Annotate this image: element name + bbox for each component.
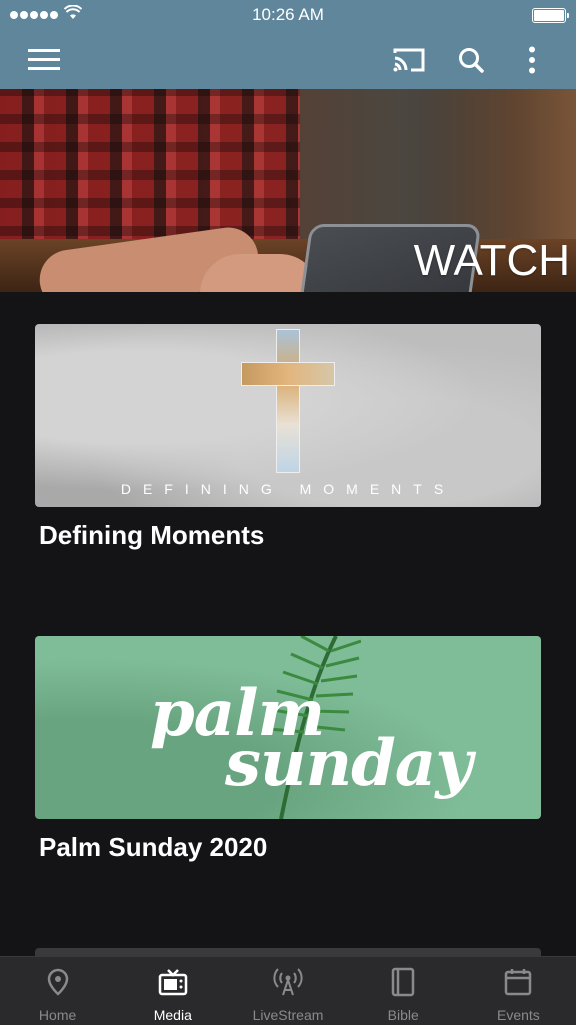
search-icon bbox=[459, 48, 484, 73]
media-artwork-palm-sunday[interactable]: palm sunday bbox=[35, 636, 541, 819]
media-title[interactable]: Defining Moments bbox=[39, 520, 264, 551]
location-pin-icon bbox=[47, 968, 68, 996]
hamburger-icon bbox=[28, 49, 60, 70]
cast-icon bbox=[393, 48, 425, 72]
cast-button[interactable] bbox=[391, 42, 427, 78]
artwork-caption: DEFINING MOMENTS bbox=[120, 481, 456, 497]
tab-home[interactable]: Home bbox=[0, 957, 115, 1025]
battery-icon bbox=[532, 8, 569, 23]
artwork-text-line2: sunday bbox=[225, 726, 472, 801]
tab-label: Home bbox=[38, 1007, 77, 1023]
tab-label: LiveStream bbox=[252, 1007, 324, 1023]
bottom-tab-bar: Home Media LiveStream Bible Events bbox=[0, 956, 576, 1025]
cross-graphic-bar bbox=[241, 362, 335, 386]
more-vertical-icon bbox=[529, 46, 535, 74]
status-time: 10:26 AM bbox=[252, 5, 324, 24]
status-bar: 10:26 AM bbox=[0, 0, 576, 30]
hero-label: WATCH bbox=[413, 236, 570, 285]
tab-bible[interactable]: Bible bbox=[346, 957, 461, 1025]
book-icon bbox=[391, 967, 415, 997]
tab-events[interactable]: Events bbox=[461, 957, 576, 1025]
tab-media[interactable]: Media bbox=[115, 957, 230, 1025]
tab-label: Bible bbox=[387, 1007, 419, 1023]
calendar-icon bbox=[505, 969, 532, 996]
app-bar bbox=[0, 30, 576, 89]
menu-button[interactable] bbox=[26, 42, 62, 78]
tab-label: Media bbox=[153, 1007, 192, 1023]
tab-label: Events bbox=[497, 1007, 540, 1023]
search-button[interactable] bbox=[453, 42, 489, 78]
cross-graphic bbox=[276, 329, 300, 473]
tab-livestream[interactable]: LiveStream bbox=[230, 957, 345, 1025]
media-title[interactable]: Palm Sunday 2020 bbox=[39, 832, 267, 863]
watch-hero-banner[interactable]: WATCH bbox=[0, 89, 576, 292]
tv-icon bbox=[158, 969, 188, 996]
more-options-button[interactable] bbox=[514, 42, 550, 78]
media-artwork-defining-moments[interactable]: DEFINING MOMENTS bbox=[35, 324, 541, 507]
broadcast-icon bbox=[273, 968, 303, 996]
